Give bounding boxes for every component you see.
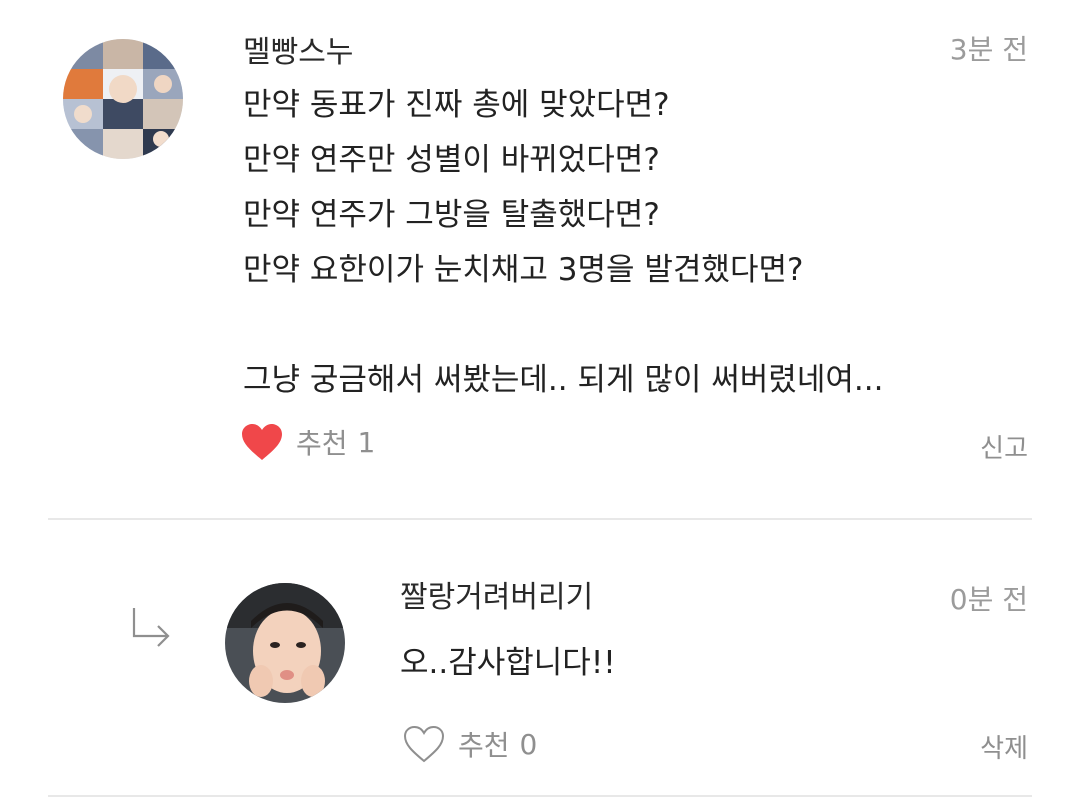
divider bbox=[48, 795, 1032, 797]
like-button[interactable]: 추천 1 bbox=[240, 422, 375, 462]
avatar[interactable] bbox=[63, 39, 183, 159]
comment-line bbox=[243, 298, 883, 353]
like-count: 0 bbox=[519, 727, 538, 761]
comment-line: 만약 동표가 진짜 총에 맞았다면? bbox=[243, 87, 670, 123]
comment-body: 오..감사합니다!! bbox=[400, 636, 616, 691]
comment-line: 오..감사합니다!! bbox=[400, 645, 616, 681]
comment-line: 만약 연주가 그방을 탈출했다면? bbox=[243, 197, 660, 233]
delete-button[interactable]: 삭제 bbox=[980, 728, 1028, 765]
comment-author[interactable]: 짤랑거려버리기 bbox=[400, 572, 593, 616]
report-button[interactable]: 신고 bbox=[980, 428, 1028, 465]
comment-line: 만약 요한이가 눈치채고 3명을 발견했다면? bbox=[243, 252, 804, 288]
like-label: 추천 bbox=[296, 427, 348, 460]
comment-line: 만약 연주만 성별이 바뀌었다면? bbox=[243, 142, 660, 178]
comment-line: 그냥 궁금해서 써봤는데.. 되게 많이 써버렸네여... bbox=[243, 362, 884, 398]
comment-time: 3분 전 bbox=[949, 33, 1028, 66]
like-label: 추천 bbox=[458, 729, 510, 762]
heart-filled-icon bbox=[242, 424, 282, 460]
comment-item: 멜빵스누 3분 전 만약 동표가 진짜 총에 맞았다면? 만약 연주만 성별이 … bbox=[0, 0, 1080, 520]
like-button[interactable]: 추천 0 bbox=[402, 724, 537, 764]
comment-body: 만약 동표가 진짜 총에 맞았다면? 만약 연주만 성별이 바뀌었다면? 만약 … bbox=[243, 78, 883, 408]
comment-time: 0분 전 bbox=[949, 583, 1028, 616]
avatar[interactable] bbox=[225, 583, 345, 703]
comment-author[interactable]: 멜빵스누 bbox=[243, 27, 353, 71]
like-count: 1 bbox=[357, 425, 376, 459]
avatar-collage-image bbox=[63, 39, 183, 159]
avatar-photo-image bbox=[225, 583, 345, 703]
reply-arrow-icon bbox=[130, 606, 174, 652]
heart-outline-icon bbox=[403, 725, 445, 763]
